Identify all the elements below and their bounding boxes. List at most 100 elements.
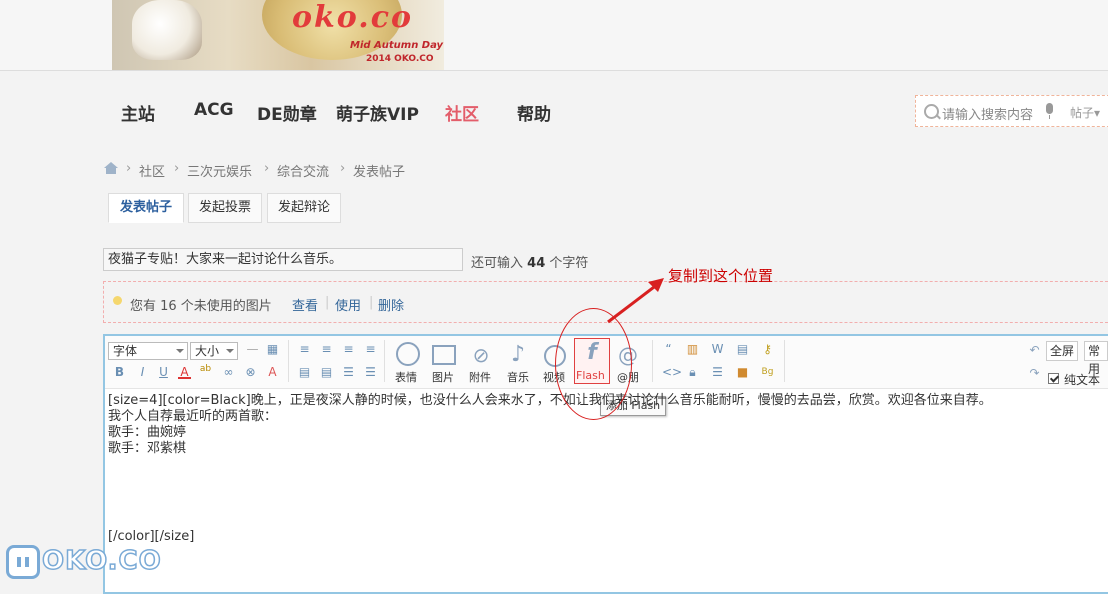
background-icon[interactable]: Bg — [761, 366, 774, 379]
emoticon-icon[interactable] — [396, 342, 420, 366]
nav-item-community[interactable]: 社区 — [445, 100, 479, 125]
index-icon[interactable]: ☰ — [711, 366, 724, 379]
use-images-link[interactable]: 使用 — [335, 295, 361, 314]
link-icon[interactable]: ∞ — [222, 366, 235, 379]
breadcrumb-separator: › — [174, 161, 180, 176]
cat-mascot-graphic — [132, 0, 202, 60]
redo-icon[interactable]: ↷ — [1028, 367, 1041, 380]
nav-item-main[interactable]: 主站 — [121, 100, 155, 125]
toolbar-separator — [288, 340, 289, 382]
breadcrumb-community[interactable]: 社区 — [139, 161, 165, 180]
music-box-icon[interactable]: ■ — [736, 366, 749, 379]
horizontal-rule-icon[interactable]: — — [246, 343, 259, 356]
nav-item-acg[interactable]: ACG — [194, 100, 234, 120]
font-color-icon[interactable]: A — [178, 366, 191, 379]
toolbar-separator — [784, 340, 785, 382]
size-select-label: 大小 — [195, 344, 220, 358]
banner-year: 2014 OKO.CO — [366, 54, 434, 64]
breadcrumb-separator: › — [340, 161, 346, 176]
unordered-list-icon[interactable]: ☰ — [364, 366, 377, 379]
banner-tagline: Mid Autumn Day — [350, 40, 444, 51]
align-center-icon[interactable]: ≡ — [320, 343, 333, 356]
breadcrumb-general[interactable]: 综合交流 — [277, 161, 329, 180]
editor-line: 歌手：曲婉婷 — [108, 425, 187, 440]
editor-closing-tags: [/color][/size] — [108, 529, 195, 544]
tab-new-poll[interactable]: 发起投票 — [188, 193, 262, 223]
breadcrumb-current: 发表帖子 — [353, 165, 406, 180]
quote-icon[interactable]: “ — [662, 343, 675, 356]
image-label[interactable]: 图片 — [432, 369, 454, 385]
divider: | — [369, 295, 374, 310]
delete-images-link[interactable]: 删除 — [378, 295, 404, 314]
banner-logo: oko.co — [292, 0, 413, 35]
underline-icon[interactable]: U — [157, 366, 170, 379]
site-banner[interactable]: oko.co Mid Autumn Day 2014 OKO.CO — [112, 0, 444, 70]
free-content-icon[interactable]: ▥ — [686, 343, 699, 356]
annotation-arrow-icon — [607, 278, 664, 324]
ordered-list-icon[interactable]: ☰ — [342, 366, 355, 379]
search-category-select[interactable]: 帖子▾ — [1070, 104, 1100, 121]
password-key-icon[interactable]: ⚷ — [761, 343, 774, 356]
notice-text: 您有 16 个未使用的图片 — [130, 299, 272, 314]
music-label[interactable]: 音乐 — [507, 369, 529, 385]
page-break-icon[interactable]: ▤ — [736, 343, 749, 356]
float-left-icon[interactable]: ▤ — [298, 366, 311, 379]
font-family-select[interactable]: 字体 — [108, 342, 188, 360]
divider: | — [325, 295, 330, 310]
tab-new-post[interactable]: 发表帖子 — [108, 193, 184, 223]
nav-item-vip[interactable]: 萌子族VIP — [336, 100, 419, 125]
search-input[interactable]: 请输入搜索内容 — [942, 104, 1033, 123]
align-justify-icon[interactable]: ≡ — [364, 343, 377, 356]
tab-new-debate[interactable]: 发起辩论 — [267, 193, 341, 223]
view-images-link[interactable]: 查看 — [292, 295, 318, 314]
image-icon[interactable] — [432, 345, 456, 365]
hide-content-icon[interactable]: 🔒︎ — [686, 366, 699, 379]
align-right-icon[interactable]: ≡ — [342, 343, 355, 356]
highlight-icon[interactable]: ab — [199, 363, 212, 376]
plain-text-checkbox[interactable] — [1048, 373, 1059, 384]
microphone-icon[interactable] — [1046, 103, 1053, 119]
subject-remaining: 还可输入 44 个字符 — [471, 252, 588, 271]
font-select-label: 字体 — [113, 344, 138, 358]
align-left-icon[interactable]: ≡ — [298, 343, 311, 356]
fullscreen-button[interactable]: 全屏 — [1046, 341, 1079, 361]
toolbar-separator — [652, 340, 653, 382]
breadcrumb-separator: › — [126, 161, 132, 176]
watermark-text: OKO.CO — [41, 545, 162, 577]
remaining-count: 44 — [527, 256, 546, 271]
editor-line: 歌手：邓紫棋 — [108, 441, 187, 456]
bold-icon[interactable]: B — [113, 366, 126, 379]
attachment-icon[interactable]: ⊘ — [470, 344, 492, 366]
toolbar-separator — [384, 340, 385, 382]
code-icon[interactable]: <> — [662, 366, 682, 379]
attachment-label[interactable]: 附件 — [469, 369, 491, 385]
remaining-suffix: 个字符 — [549, 256, 589, 271]
table-icon[interactable]: ▦ — [266, 343, 279, 356]
float-right-icon[interactable]: ▤ — [320, 366, 333, 379]
lightbulb-icon — [113, 296, 122, 305]
editor-line: 我个人自荐最近听的两首歌： — [108, 409, 278, 424]
common-mode-button[interactable]: 常用 — [1084, 341, 1108, 376]
clear-format-icon[interactable]: A — [266, 366, 279, 379]
italic-icon[interactable]: I — [136, 366, 149, 379]
unlink-icon[interactable]: ⊗ — [244, 366, 257, 379]
breadcrumb-separator: › — [264, 161, 270, 176]
watermark-logo-icon — [6, 545, 40, 579]
annotation-text: 复制到这个位置 — [668, 267, 774, 285]
nav-item-medals[interactable]: DE勋章 — [257, 100, 317, 125]
subject-input[interactable]: 夜猫子专贴！大家来一起讨论什么音乐。 — [103, 248, 463, 271]
undo-icon[interactable]: ↶ — [1028, 344, 1041, 357]
word-paste-icon[interactable]: W — [711, 343, 724, 356]
nav-item-help[interactable]: 帮助 — [517, 100, 551, 125]
search-icon — [924, 104, 939, 119]
font-size-select[interactable]: 大小 — [190, 342, 238, 360]
plain-text-label: 纯文本 — [1064, 373, 1101, 387]
home-icon[interactable] — [104, 162, 118, 174]
music-icon[interactable]: ♪ — [507, 343, 529, 367]
search-box[interactable]: 请输入搜索内容 帖子▾ — [915, 95, 1108, 127]
editor-line: [size=4][color=Black]晚上，正是夜深人静的时候，也没什么人会… — [108, 393, 992, 408]
breadcrumb-entertainment[interactable]: 三次元娱乐 — [187, 161, 252, 180]
remaining-prefix: 还可输入 — [471, 256, 524, 271]
editor-content[interactable]: [size=4][color=Black]晚上，正是夜深人静的时候，也没什么人会… — [108, 393, 992, 457]
emoticon-label[interactable]: 表情 — [395, 369, 417, 385]
